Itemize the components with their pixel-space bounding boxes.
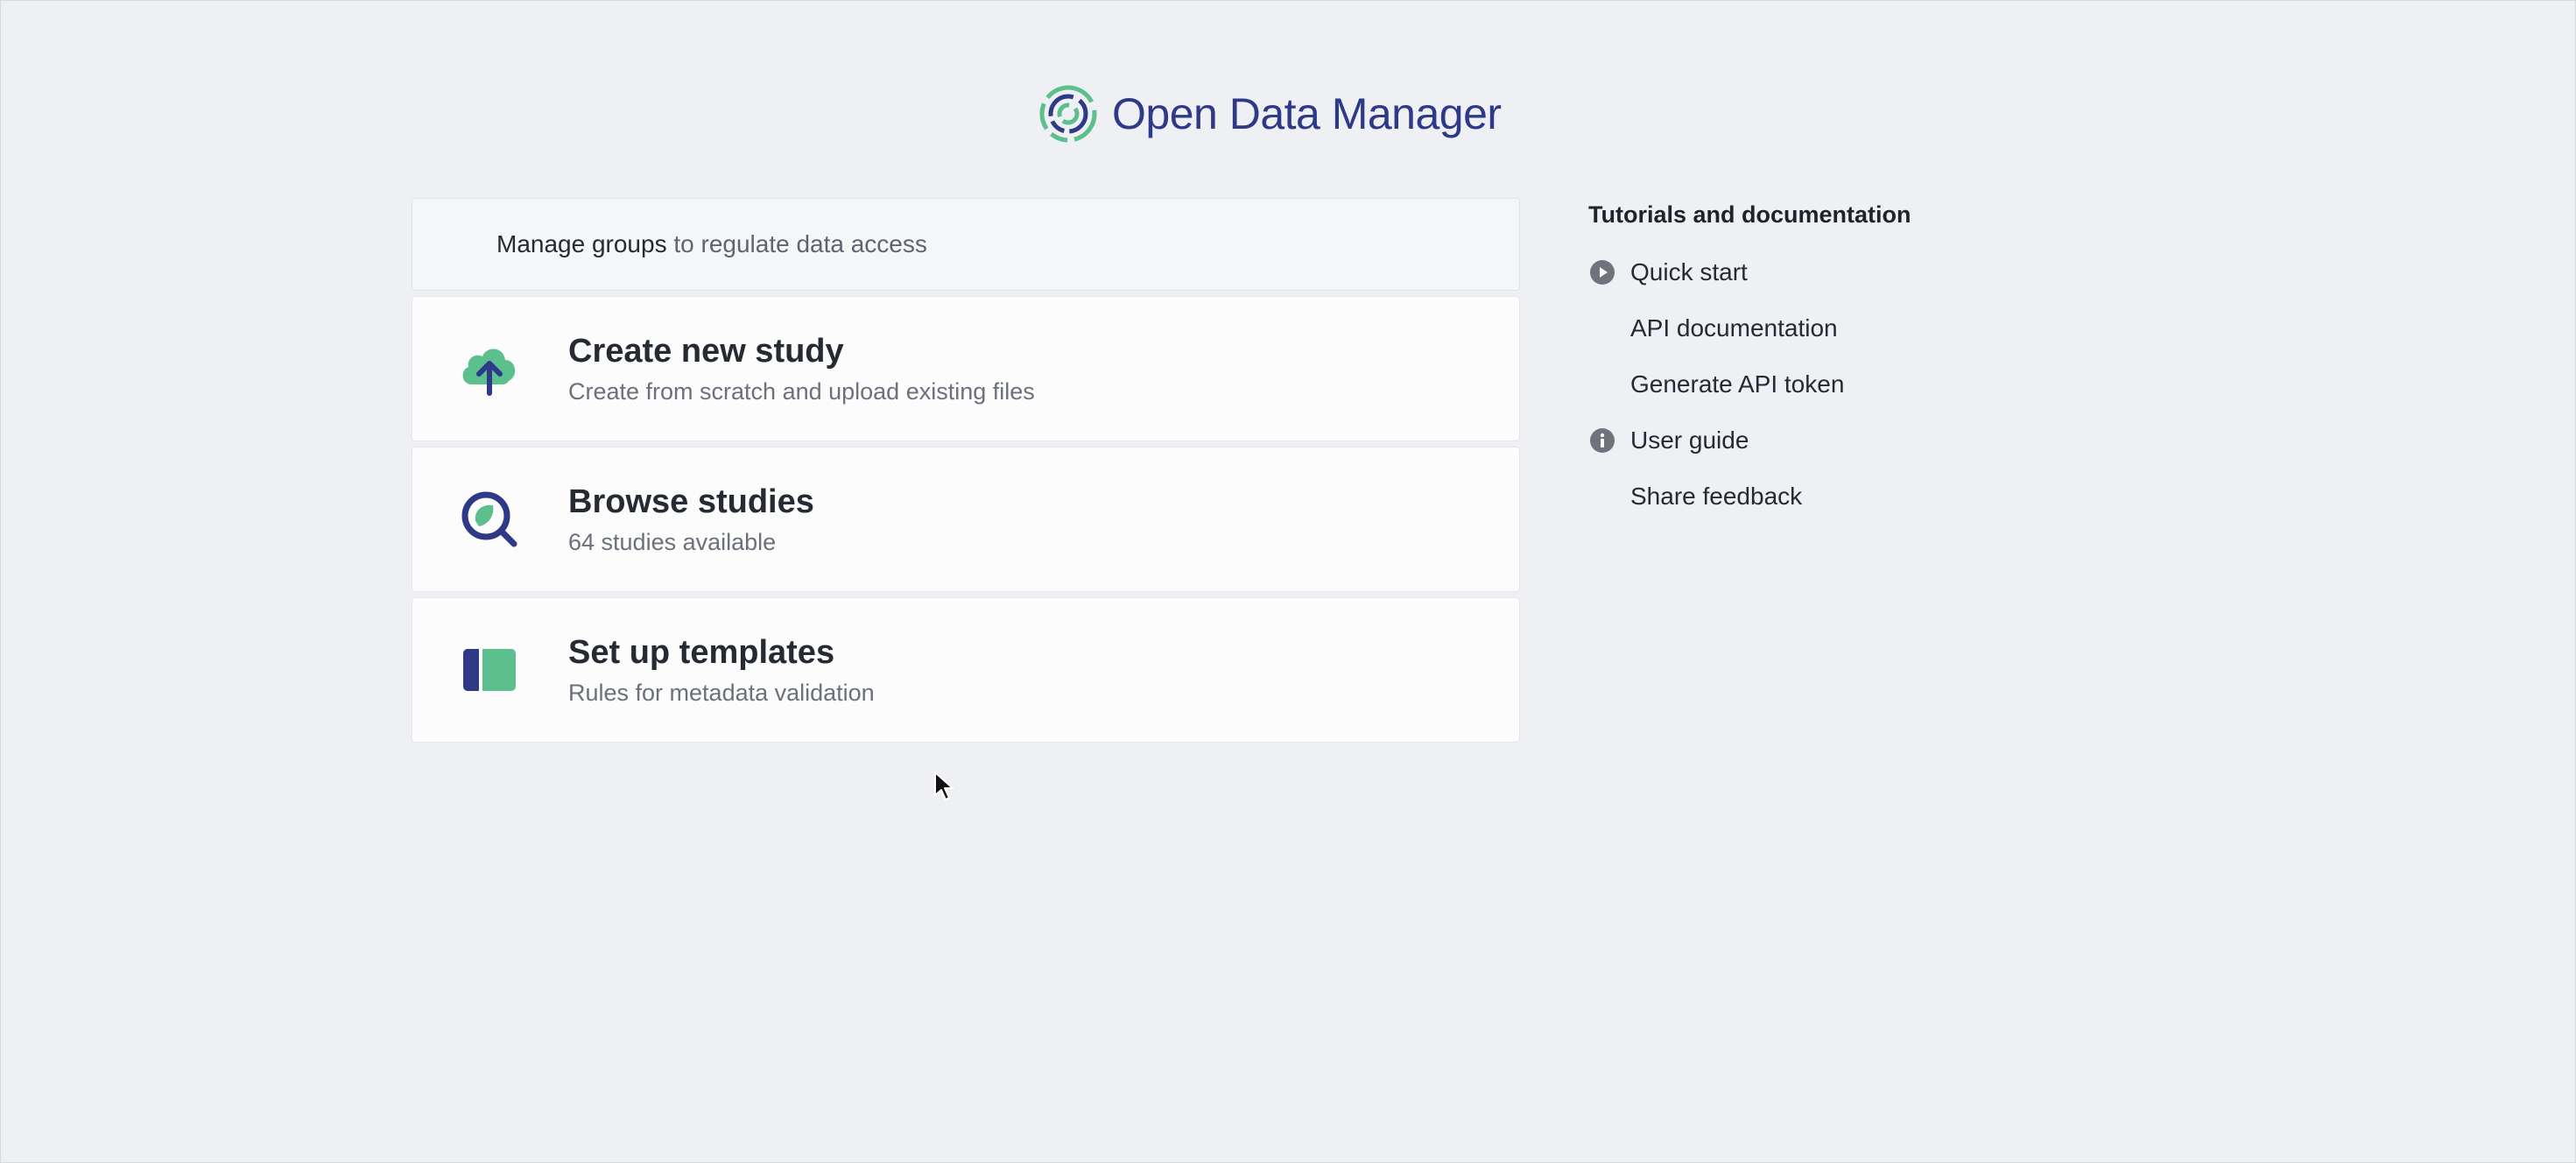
create-study-card[interactable]: Create new study Create from scratch and…	[412, 296, 1520, 441]
user-guide-link[interactable]: User guide	[1588, 412, 2044, 469]
generate-api-token-link[interactable]: Generate API token	[1588, 356, 2044, 412]
card-subtitle: Create from scratch and upload existing …	[568, 378, 1035, 405]
generate-api-token-label: Generate API token	[1630, 370, 1845, 398]
logo-text: Open Data Manager	[1112, 89, 1502, 138]
share-feedback-link[interactable]: Share feedback	[1588, 469, 2044, 525]
share-feedback-label: Share feedback	[1630, 483, 1803, 510]
app-logo[interactable]: Open Data Manager	[1038, 84, 1502, 144]
user-guide-label: User guide	[1630, 426, 1749, 454]
create-study-text: Create new study Create from scratch and…	[568, 332, 1035, 406]
play-circle-icon	[1588, 258, 1616, 286]
quick-start-link[interactable]: Quick start	[1588, 244, 2044, 300]
cloud-upload-icon	[456, 335, 523, 402]
setup-templates-card[interactable]: Set up templates Rules for metadata vali…	[412, 597, 1520, 743]
browse-studies-text: Browse studies 64 studies available	[568, 483, 814, 557]
card-title: Create new study	[568, 332, 844, 370]
api-documentation-label: API documentation	[1630, 314, 1838, 342]
manage-groups-description: to regulate data access	[666, 230, 927, 257]
card-subtitle: Rules for metadata validation	[568, 680, 875, 707]
mouse-cursor-icon	[934, 772, 954, 800]
logo-mark-icon	[1039, 85, 1097, 143]
manage-groups-link[interactable]: Manage groups	[496, 230, 667, 258]
manage-groups-banner: Manage groups to regulate data access	[412, 198, 1520, 291]
browse-studies-card[interactable]: Browse studies 64 studies available	[412, 447, 1520, 592]
tutorials-panel: Tutorials and documentation Quick start …	[1588, 201, 2044, 525]
card-title: Set up templates	[568, 633, 835, 671]
template-icon	[456, 637, 523, 703]
api-documentation-link[interactable]: API documentation	[1588, 300, 2044, 356]
main-actions: Manage groups to regulate data access Cr…	[412, 198, 1520, 748]
tutorials-heading: Tutorials and documentation	[1588, 201, 1911, 228]
card-title: Browse studies	[568, 483, 814, 520]
quick-start-label: Quick start	[1630, 258, 1748, 285]
search-study-icon	[456, 486, 523, 553]
card-subtitle: 64 studies available	[568, 529, 777, 556]
info-circle-icon	[1588, 426, 1616, 455]
setup-templates-text: Set up templates Rules for metadata vali…	[568, 633, 875, 708]
